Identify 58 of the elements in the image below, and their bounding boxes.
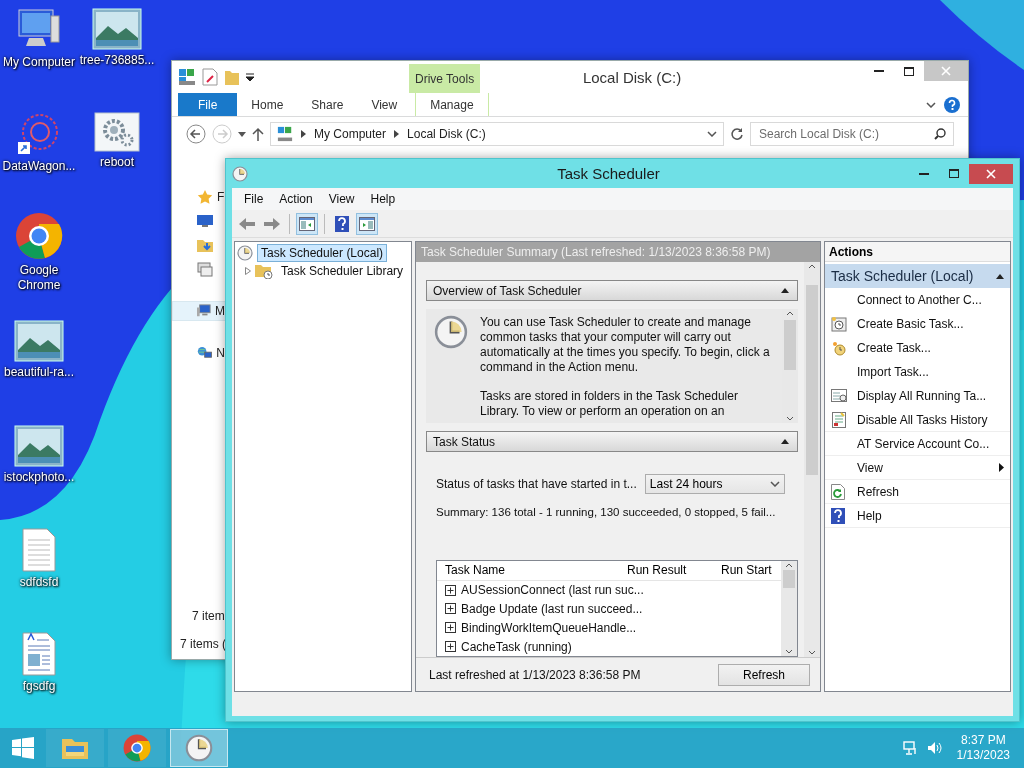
item-count: 7 item bbox=[192, 609, 225, 623]
desktop-icon-label[interactable]: reboot bbox=[100, 155, 134, 170]
pane-command[interactable]: Refresh bbox=[825, 480, 1010, 504]
window-title: Local Disk (C:) bbox=[581, 67, 683, 88]
pane-command[interactable]: Create Basic Task... bbox=[825, 312, 1010, 336]
ribbon-tab[interactable]: Home bbox=[237, 93, 298, 116]
tree-item[interactable]: Task Scheduler (Local) bbox=[257, 244, 388, 262]
window-title: Task Scheduler bbox=[556, 165, 661, 182]
search-field[interactable]: Search Local Disk (C:) bbox=[750, 122, 954, 146]
refresh-button[interactable]: Refresh bbox=[718, 663, 810, 686]
ribbon-tab[interactable]: File bbox=[178, 93, 238, 116]
breadcrumb-item[interactable]: My Computer bbox=[314, 127, 387, 141]
pane-command[interactable]: Display All Running Ta... bbox=[825, 384, 1010, 408]
menu-item[interactable]: Action bbox=[273, 190, 319, 208]
section-header[interactable]: Task Status bbox=[426, 431, 798, 452]
pane-command[interactable]: Create Task... bbox=[825, 336, 1010, 360]
column-header[interactable]: Run Start bbox=[713, 563, 775, 578]
action-group-header[interactable]: Task Scheduler (Local) bbox=[825, 264, 1010, 288]
filter-label: Status of tasks that have started in t... bbox=[436, 477, 637, 491]
overview-paragraph: Tasks are stored in folders in the Task Scheduler Library. To view or perform an operation on an bbox=[480, 389, 739, 419]
column-header[interactable]: Task Name bbox=[437, 563, 619, 578]
nav-item[interactable]: N bbox=[172, 343, 226, 363]
menu-item[interactable]: File bbox=[238, 190, 270, 208]
time-range-dropdown[interactable]: Last 24 hours bbox=[644, 474, 785, 494]
table-cell: Badge Update (last run succeed... bbox=[461, 602, 643, 616]
pane-command[interactable]: Import Task... bbox=[825, 360, 1010, 384]
nav-item[interactable]: F bbox=[172, 187, 226, 207]
pane-command[interactable]: Disable All Tasks History bbox=[825, 408, 1010, 432]
pane-command[interactable]: View bbox=[825, 456, 1010, 480]
ribbon-tab[interactable]: Share bbox=[297, 93, 358, 116]
pane-command[interactable]: AT Service Account Co... bbox=[825, 432, 1010, 456]
table-cell: BindingWorkItemQueueHandle... bbox=[461, 620, 637, 635]
pane-command[interactable]: Help bbox=[825, 504, 1010, 528]
last-refreshed-text: Last refreshed at 1/13/2023 8:36:58 PM bbox=[429, 667, 641, 682]
address-bar[interactable]: My Computer Local Disk (C:) bbox=[270, 122, 724, 146]
menu-item[interactable]: View bbox=[322, 190, 361, 208]
pane-header: Actions bbox=[825, 242, 1010, 262]
section-header[interactable]: Overview of Task Scheduler bbox=[426, 280, 798, 301]
menu-item[interactable]: Help bbox=[364, 190, 402, 208]
desktop-icon-label[interactable]: Google Chrome bbox=[0, 263, 78, 293]
pane-command[interactable]: Connect to Another C... bbox=[825, 288, 1010, 312]
summary-text: Summary: 136 total - 1 running, 130 succeeded, 0 stopped, 5 fail... bbox=[436, 506, 777, 518]
pane-header: Task Scheduler Summary (Last refreshed: 1/13/2023 8:36:58 PM) bbox=[416, 242, 820, 262]
desktop-icon-label[interactable]: DataWagon... bbox=[2, 159, 76, 174]
breadcrumb-item[interactable]: Local Disk (C:) bbox=[407, 127, 486, 141]
table-cell: AUSessionConnect (last run suc... bbox=[461, 583, 644, 598]
context-tab-label: Drive Tools bbox=[409, 64, 481, 93]
desktop-icon-label[interactable]: istockphoto... bbox=[3, 470, 75, 485]
nav-item[interactable]: M bbox=[172, 301, 226, 321]
ribbon-tab[interactable]: Manage bbox=[415, 93, 489, 116]
column-header[interactable]: Run Result bbox=[619, 563, 713, 578]
table-cell: CacheTask (running) bbox=[461, 639, 572, 654]
desktop-icon-label[interactable]: tree-736885... bbox=[79, 53, 155, 68]
tree-item[interactable]: Task Scheduler Library bbox=[277, 262, 408, 280]
ribbon-tab[interactable]: View bbox=[357, 93, 412, 116]
desktop-icon-label[interactable]: beautiful-ra... bbox=[3, 365, 74, 380]
desktop-icon-label[interactable]: My Computer bbox=[3, 55, 75, 70]
overview-paragraph: You can use Task Scheduler to create and manage common tasks that your computer will carry out automatically at the times you specify. To begin, click a command in the Action menu. bbox=[480, 315, 771, 375]
